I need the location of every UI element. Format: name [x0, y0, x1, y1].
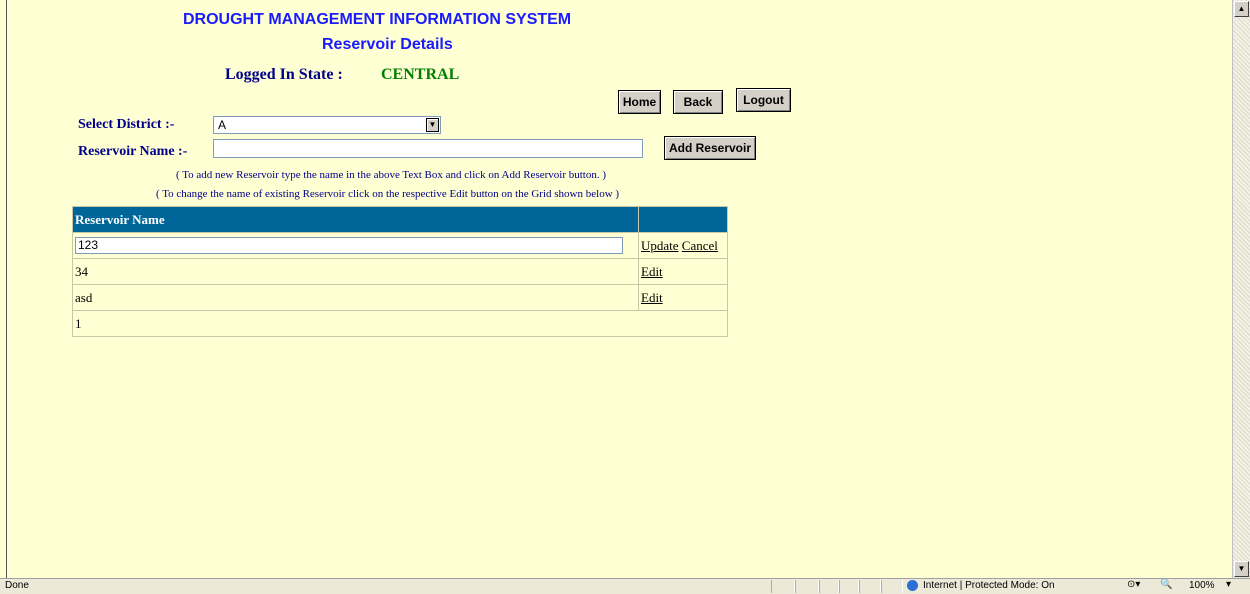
reservoir-name-input[interactable]	[213, 139, 643, 158]
logged-in-state: CENTRAL	[381, 66, 460, 83]
district-select[interactable]: A ▼	[213, 116, 441, 134]
dropdown-arrow-icon[interactable]: ▼	[426, 118, 439, 132]
security-zone-text: Internet | Protected Mode: On	[923, 580, 1055, 591]
logged-in-label: Logged In State :	[225, 66, 343, 83]
grid-header-actions	[638, 206, 728, 233]
add-reservoir-button[interactable]: Add Reservoir	[664, 136, 756, 160]
district-label: Select District :-	[78, 117, 175, 132]
grid-pager-row: 1	[72, 310, 728, 337]
logout-button[interactable]: Logout	[736, 88, 791, 112]
reservoir-name-cell: asd	[72, 284, 639, 311]
status-bar: Done Internet | Protected Mode: On ⊙▾ 🔍 …	[0, 578, 1250, 594]
scroll-up-icon[interactable]: ▲	[1234, 1, 1249, 17]
update-link[interactable]: Update	[641, 238, 679, 253]
home-button[interactable]: Home	[618, 90, 661, 114]
status-text: Done	[5, 580, 29, 591]
edit-link[interactable]: Edit	[641, 264, 663, 279]
reservoir-grid: Reservoir Name 123 Update Cancel 34 Edit…	[72, 206, 728, 337]
edit-instruction-note: ( To change the name of existing Reservo…	[156, 188, 620, 200]
zoom-dropdown-icon[interactable]: ▾	[1226, 579, 1231, 590]
add-instruction-note: ( To add new Reservoir type the name in …	[176, 169, 607, 181]
table-row-editing: 123 Update Cancel	[72, 232, 728, 259]
reservoir-name-label: Reservoir Name :-	[78, 144, 188, 159]
vertical-scrollbar[interactable]: ▲ ▼	[1232, 0, 1250, 578]
page-title: Reservoir Details	[322, 36, 453, 53]
scroll-down-icon[interactable]: ▼	[1234, 561, 1249, 577]
back-button[interactable]: Back	[673, 90, 723, 114]
grid-header-reservoir-name: Reservoir Name	[72, 206, 639, 233]
edit-link[interactable]: Edit	[641, 290, 663, 305]
district-selected-value: A	[218, 118, 227, 132]
edit-reservoir-input[interactable]: 123	[75, 237, 623, 254]
system-title: DROUGHT MANAGEMENT INFORMATION SYSTEM	[183, 11, 572, 28]
protected-mode-icon[interactable]: ⊙▾	[1127, 579, 1140, 590]
zoom-level[interactable]: 100%	[1189, 580, 1215, 591]
internet-globe-icon	[907, 580, 918, 591]
table-row: asd Edit	[72, 284, 728, 311]
pager-page-1[interactable]: 1	[75, 316, 82, 331]
window-left-border	[0, 0, 7, 578]
grid-header-row: Reservoir Name	[72, 206, 728, 233]
zoom-icon[interactable]: 🔍	[1160, 579, 1172, 590]
cancel-link[interactable]: Cancel	[682, 238, 718, 253]
table-row: 34 Edit	[72, 258, 728, 285]
reservoir-name-cell: 34	[72, 258, 639, 285]
